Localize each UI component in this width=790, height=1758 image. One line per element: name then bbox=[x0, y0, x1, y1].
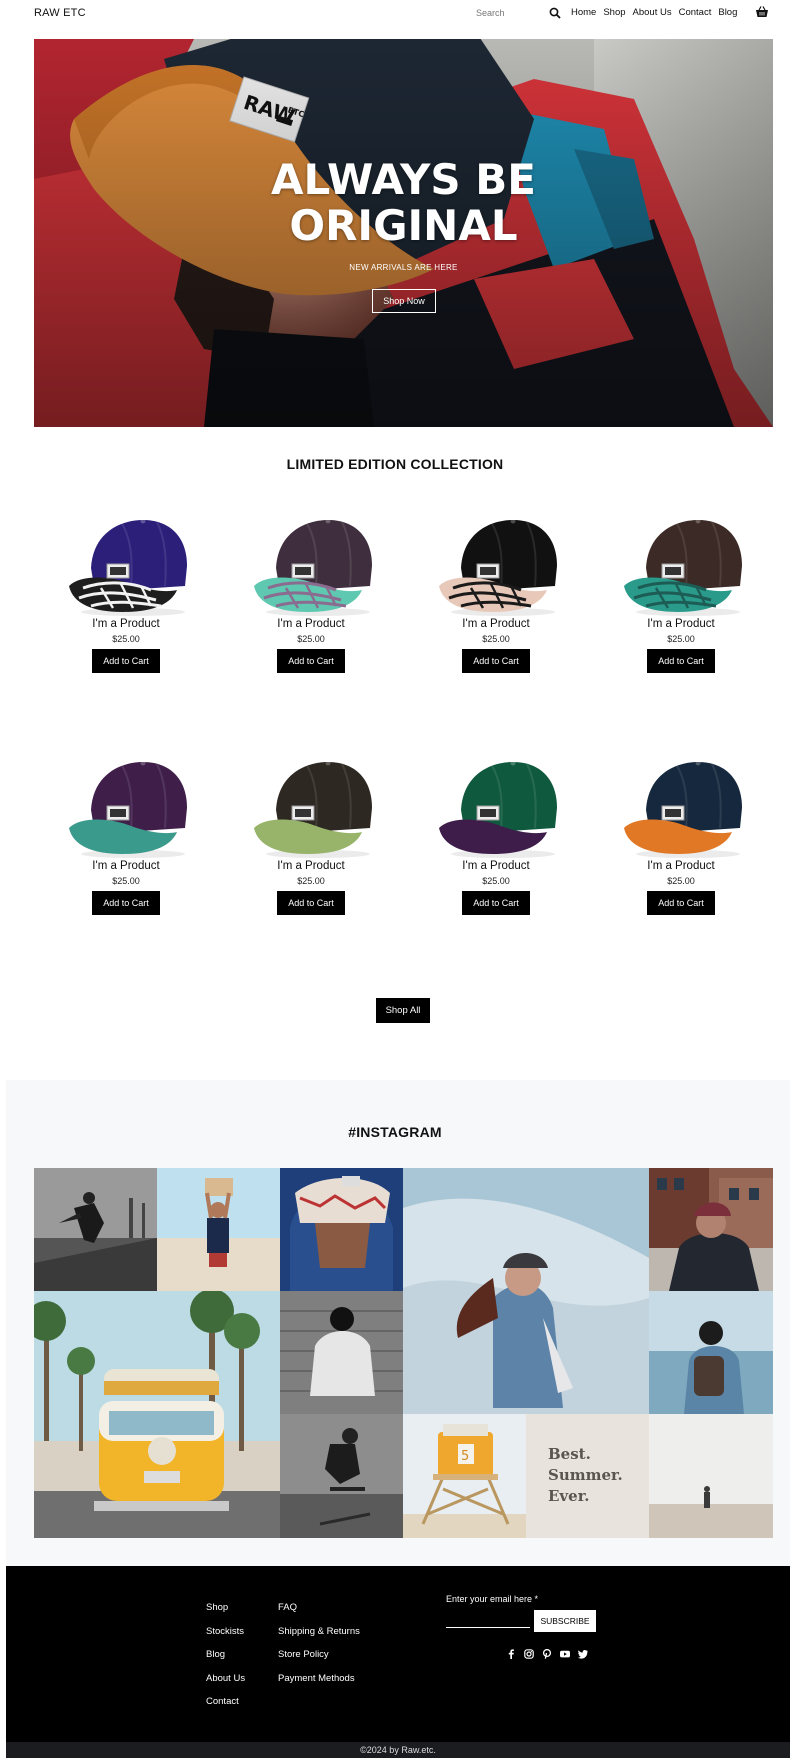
footer-link-shipping-returns[interactable]: Shipping & Returns bbox=[278, 1626, 360, 1650]
tower-number: 5 bbox=[461, 1449, 469, 1464]
footer-link-payment-methods[interactable]: Payment Methods bbox=[278, 1673, 360, 1697]
footer-link-stockists[interactable]: Stockists bbox=[206, 1626, 245, 1650]
product-card[interactable]: I'm a Product $25.00 Add to Cart bbox=[606, 750, 756, 915]
nav-contact[interactable]: Contact bbox=[679, 7, 712, 18]
product-name[interactable]: I'm a Product bbox=[236, 618, 386, 630]
email-label: Enter your email here * bbox=[446, 1594, 539, 1604]
site-header: RAW ETC Home Shop About Us Contact Blog bbox=[0, 0, 790, 28]
add-to-cart-button[interactable]: Add to Cart bbox=[647, 891, 715, 915]
product-price: $25.00 bbox=[482, 634, 510, 644]
product-card[interactable]: I'm a Product $25.00 Add to Cart bbox=[51, 750, 201, 915]
product-name[interactable]: I'm a Product bbox=[606, 860, 756, 872]
collection-title: LIMITED EDITION COLLECTION bbox=[286, 456, 504, 472]
summer-line-3: Ever. bbox=[548, 1487, 590, 1505]
pinterest-icon[interactable] bbox=[542, 1646, 552, 1659]
twitter-icon[interactable] bbox=[578, 1646, 588, 1659]
instagram-icon[interactable] bbox=[524, 1646, 534, 1659]
product-price: $25.00 bbox=[482, 876, 510, 886]
hero-subtitle: NEW ARRIVALS ARE HERE bbox=[349, 263, 458, 272]
add-to-cart-button[interactable]: Add to Cart bbox=[277, 649, 345, 673]
site-footer: Shop Stockists Blog About Us Contact FAQ… bbox=[6, 1566, 790, 1742]
product-name[interactable]: I'm a Product bbox=[606, 618, 756, 630]
facebook-icon[interactable] bbox=[506, 1646, 516, 1659]
product-image bbox=[624, 518, 742, 616]
nav-shop[interactable]: Shop bbox=[603, 7, 625, 18]
insta-photo-surf-van[interactable] bbox=[34, 1291, 280, 1538]
nav-home[interactable]: Home bbox=[571, 7, 596, 18]
product-image bbox=[624, 760, 742, 858]
search-icon[interactable] bbox=[549, 6, 561, 19]
product-image bbox=[439, 518, 557, 616]
product-image bbox=[69, 518, 187, 616]
footer-link-faq[interactable]: FAQ bbox=[278, 1602, 360, 1626]
add-to-cart-button[interactable]: Add to Cart bbox=[92, 649, 160, 673]
product-card[interactable]: I'm a Product $25.00 Add to Cart bbox=[236, 508, 386, 673]
footer-link-contact[interactable]: Contact bbox=[206, 1696, 245, 1720]
insta-photo-hooded-cap[interactable] bbox=[280, 1168, 403, 1291]
insta-photo-girl-dunes[interactable] bbox=[403, 1168, 649, 1414]
subscribe-button[interactable]: SUBSCRIBE bbox=[534, 1610, 596, 1632]
product-image bbox=[254, 518, 372, 616]
add-to-cart-button[interactable]: Add to Cart bbox=[647, 649, 715, 673]
product-card[interactable]: I'm a Product $25.00 Add to Cart bbox=[421, 508, 571, 673]
product-image bbox=[69, 760, 187, 858]
product-card[interactable]: I'm a Product $25.00 Add to Cart bbox=[421, 750, 571, 915]
product-card[interactable]: I'm a Product $25.00 Add to Cart bbox=[606, 508, 756, 673]
insta-photo-lifeguard-tower[interactable]: 5 bbox=[403, 1414, 526, 1538]
summer-line-2: Summer. bbox=[548, 1466, 623, 1484]
product-name[interactable]: I'm a Product bbox=[51, 618, 201, 630]
cart-icon[interactable] bbox=[755, 5, 769, 19]
product-name[interactable]: I'm a Product bbox=[236, 860, 386, 872]
summer-line-1: Best. bbox=[548, 1445, 591, 1463]
hero-title-line2: ORIGINAL bbox=[289, 201, 518, 250]
insta-photo-skater[interactable] bbox=[34, 1168, 157, 1291]
footer-links-primary: Shop Stockists Blog About Us Contact bbox=[206, 1602, 245, 1720]
shop-all-button[interactable]: Shop All bbox=[376, 998, 430, 1023]
product-name[interactable]: I'm a Product bbox=[421, 860, 571, 872]
insta-photo-skater-jump[interactable] bbox=[280, 1414, 403, 1538]
product-price: $25.00 bbox=[667, 634, 695, 644]
product-image bbox=[439, 760, 557, 858]
nav-about-us[interactable]: About Us bbox=[633, 7, 672, 18]
insta-photo-best-summer-ever[interactable]: Best. Summer. Ever. bbox=[526, 1414, 649, 1538]
insta-photo-city-backpack[interactable] bbox=[649, 1168, 773, 1291]
hero-title-line1: ALWAYS BE bbox=[271, 155, 536, 204]
product-card[interactable]: I'm a Product $25.00 Add to Cart bbox=[51, 508, 201, 673]
product-image bbox=[254, 760, 372, 858]
copyright: ©2024 by Raw.etc. bbox=[6, 1742, 790, 1758]
footer-link-blog[interactable]: Blog bbox=[206, 1649, 245, 1673]
product-card[interactable]: I'm a Product $25.00 Add to Cart bbox=[236, 750, 386, 915]
product-price: $25.00 bbox=[667, 876, 695, 886]
instagram-grid: 5 Best. Summer. Ever. bbox=[34, 1168, 773, 1538]
footer-links-secondary: FAQ Shipping & Returns Store Policy Paym… bbox=[278, 1602, 360, 1696]
instagram-title: #INSTAGRAM bbox=[348, 1124, 442, 1140]
email-field[interactable] bbox=[446, 1610, 530, 1628]
product-price: $25.00 bbox=[297, 876, 325, 886]
footer-link-store-policy[interactable]: Store Policy bbox=[278, 1649, 360, 1673]
main-nav: Home Shop About Us Contact Blog bbox=[571, 7, 737, 18]
brand-logo[interactable]: RAW ETC bbox=[34, 7, 86, 19]
product-price: $25.00 bbox=[297, 634, 325, 644]
insta-photo-beach-boy[interactable] bbox=[157, 1168, 280, 1291]
add-to-cart-button[interactable]: Add to Cart bbox=[277, 891, 345, 915]
nav-blog[interactable]: Blog bbox=[718, 7, 737, 18]
insta-photo-beach-backpack[interactable] bbox=[649, 1291, 773, 1414]
add-to-cart-button[interactable]: Add to Cart bbox=[462, 649, 530, 673]
hero-title: ALWAYS BE ORIGINAL bbox=[34, 157, 773, 249]
insta-photo-foggy-beach[interactable] bbox=[649, 1414, 773, 1538]
social-links bbox=[506, 1646, 588, 1659]
add-to-cart-button[interactable]: Add to Cart bbox=[462, 891, 530, 915]
footer-link-shop[interactable]: Shop bbox=[206, 1602, 245, 1626]
product-name[interactable]: I'm a Product bbox=[421, 618, 571, 630]
shop-now-button[interactable]: Shop Now bbox=[372, 289, 436, 313]
add-to-cart-button[interactable]: Add to Cart bbox=[92, 891, 160, 915]
product-name[interactable]: I'm a Product bbox=[51, 860, 201, 872]
product-price: $25.00 bbox=[112, 634, 140, 644]
hero-banner: RAW ETC ALWAYS BE ORIGINAL NEW ARRIVALS … bbox=[34, 39, 773, 427]
footer-link-about-us[interactable]: About Us bbox=[206, 1673, 245, 1697]
insta-photo-hoodie-stairs[interactable] bbox=[280, 1291, 403, 1414]
youtube-icon[interactable] bbox=[560, 1646, 570, 1658]
product-price: $25.00 bbox=[112, 876, 140, 886]
